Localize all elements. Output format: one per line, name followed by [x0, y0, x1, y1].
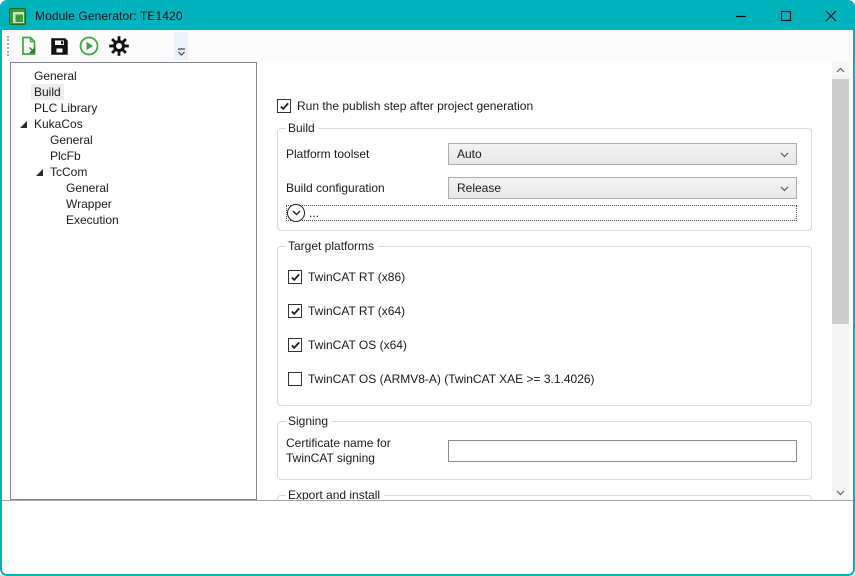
footer-area — [2, 501, 853, 574]
new-module-button[interactable] — [15, 32, 43, 60]
scrollbar-track[interactable] — [832, 77, 849, 485]
settings-button[interactable] — [105, 32, 133, 60]
target-platforms-title: Target platforms — [286, 239, 378, 253]
tree-item[interactable]: Build — [11, 84, 256, 100]
overflow-chevron-icon — [177, 48, 186, 57]
close-button[interactable] — [808, 2, 853, 30]
tree-item[interactable]: PlcFb — [11, 148, 256, 164]
tree-item-label: PlcFb — [47, 148, 84, 164]
platform-toolset-label: Platform toolset — [286, 147, 448, 162]
build-more-label: ... — [309, 206, 319, 220]
tree-item-label: Execution — [63, 212, 122, 228]
checkbox-icon — [288, 338, 302, 352]
platform-toolset-select[interactable]: Auto — [448, 143, 797, 165]
build-configuration-value: Release — [457, 181, 501, 195]
tree-item[interactable]: Execution — [11, 212, 256, 228]
tree-expander-icon[interactable] — [15, 120, 31, 129]
scroll-down-button[interactable] — [832, 485, 849, 500]
signing-group: Signing Certificate name for TwinCAT sig… — [277, 414, 812, 480]
tree-item[interactable]: KukaCos — [11, 116, 256, 132]
platform-label: TwinCAT RT (x64) — [308, 304, 405, 318]
tree-item-label: General — [47, 132, 96, 148]
platform-checkbox[interactable]: TwinCAT RT (x86) — [288, 270, 797, 284]
chevron-down-icon — [780, 152, 789, 158]
tree-item-label: PLC Library — [31, 100, 100, 116]
run-button[interactable] — [75, 32, 103, 60]
chevron-up-icon — [836, 67, 845, 73]
maximize-button[interactable] — [763, 2, 808, 30]
window-title: Module Generator: TE1420 — [35, 9, 183, 23]
platform-label: TwinCAT RT (x86) — [308, 270, 405, 284]
chevron-down-icon — [780, 186, 789, 192]
export-install-title: Export and install — [286, 488, 384, 500]
maximize-icon — [780, 10, 792, 22]
publish-step-label: Run the publish step after project gener… — [297, 99, 533, 113]
save-icon — [49, 36, 70, 57]
toolbar — [2, 30, 853, 62]
chevron-down-icon — [292, 210, 301, 216]
publish-step-checkbox[interactable]: Run the publish step after project gener… — [277, 99, 812, 113]
platform-checkbox[interactable]: TwinCAT OS (x64) — [288, 338, 797, 352]
tree-expander-icon[interactable] — [31, 168, 47, 177]
tree-item-label: General — [31, 68, 80, 84]
checkbox-icon — [288, 270, 302, 284]
target-platforms-group: Target platforms TwinCAT RT (x86) TwinCA… — [277, 239, 812, 406]
tree-item-label: KukaCos — [31, 116, 86, 132]
tree-item-label: TcCom — [47, 164, 90, 180]
chevron-down-icon — [836, 490, 845, 496]
run-icon — [78, 35, 100, 57]
platform-checkbox[interactable]: TwinCAT OS (ARMV8-A) (TwinCAT XAE >= 3.1… — [288, 372, 797, 386]
scroll-up-button[interactable] — [832, 62, 849, 77]
minimize-icon — [735, 10, 747, 22]
platform-label: TwinCAT OS (x64) — [308, 338, 407, 352]
tree-item[interactable]: General — [11, 68, 256, 84]
checkbox-icon — [288, 372, 302, 386]
tree-item[interactable]: General — [11, 132, 256, 148]
build-configuration-select[interactable]: Release — [448, 177, 797, 199]
build-configuration-label: Build configuration — [286, 181, 448, 196]
tree-item[interactable]: General — [11, 180, 256, 196]
scrollbar-thumb[interactable] — [832, 79, 849, 324]
platform-checkbox[interactable]: TwinCAT RT (x64) — [288, 304, 797, 318]
gear-icon — [108, 35, 130, 57]
build-more-expander[interactable]: ... — [286, 205, 797, 221]
checkbox-icon — [288, 304, 302, 318]
expander-circle — [287, 204, 305, 222]
close-icon — [825, 10, 837, 22]
tree-item[interactable]: Wrapper — [11, 196, 256, 212]
certificate-name-input[interactable] — [448, 440, 797, 462]
minimize-button[interactable] — [718, 2, 763, 30]
toolbar-overflow-button[interactable] — [174, 32, 188, 60]
tree-item-label: Build — [31, 84, 64, 100]
save-button[interactable] — [45, 32, 73, 60]
checkbox-icon — [277, 99, 291, 113]
main-area: General Build PLC Library KukaCos — [2, 62, 853, 500]
sidebar-tree: General Build PLC Library KukaCos — [10, 62, 257, 500]
tree-item-label: General — [63, 180, 112, 196]
module-generator-window: Module Generator: TE1420 — [0, 0, 855, 576]
export-install-group: Export and install TMX archive path Adva… — [277, 488, 812, 500]
signing-group-title: Signing — [286, 414, 332, 428]
titlebar: Module Generator: TE1420 — [2, 2, 853, 30]
platform-label: TwinCAT OS (ARMV8-A) (TwinCAT XAE >= 3.1… — [308, 372, 595, 386]
app-icon — [9, 8, 26, 25]
new-file-icon — [18, 35, 40, 57]
vertical-scrollbar[interactable] — [832, 62, 849, 500]
platform-toolset-value: Auto — [457, 147, 482, 161]
tree-item[interactable]: TcCom — [11, 164, 256, 180]
tree-item[interactable]: PLC Library — [11, 100, 256, 116]
build-group-title: Build — [286, 121, 319, 135]
settings-panel: Run the publish step after project gener… — [257, 62, 832, 500]
certificate-name-label: Certificate name for TwinCAT signing — [286, 436, 448, 466]
build-group: Build Platform toolset Auto Build config… — [277, 121, 812, 231]
toolbar-grip[interactable] — [7, 36, 9, 56]
tree-item-label: Wrapper — [63, 196, 115, 212]
